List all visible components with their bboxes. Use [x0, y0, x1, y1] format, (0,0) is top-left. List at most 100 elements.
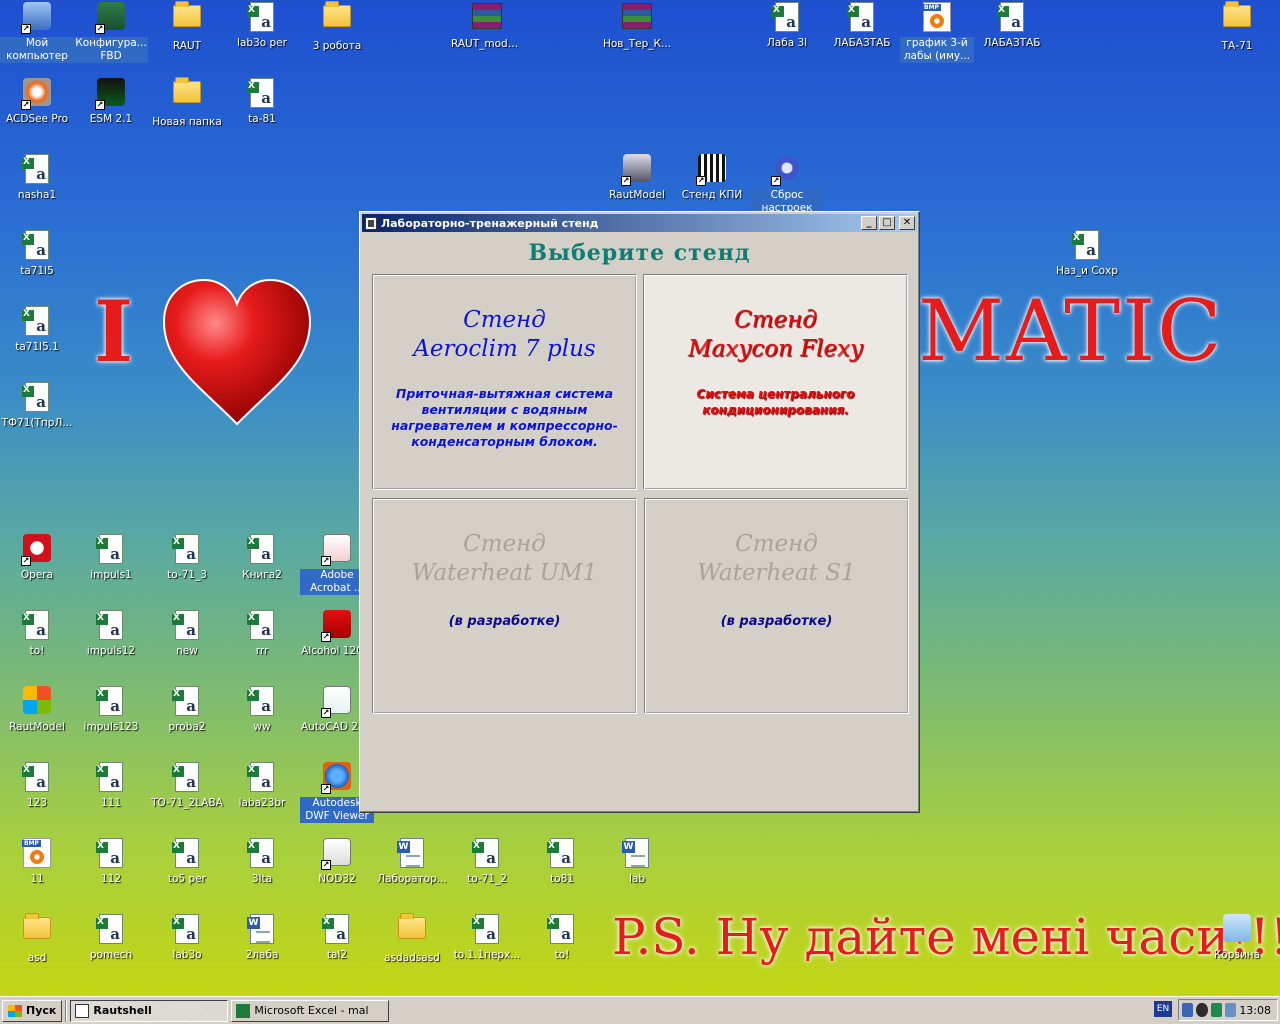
- window-titlebar[interactable]: Лабораторно-тренажерный стенд _ □ ✕: [362, 214, 917, 232]
- desktop-icon[interactable]: Корзина: [1200, 912, 1274, 982]
- desktop-icon[interactable]: asdadsasd: [375, 912, 449, 982]
- desktop-icon[interactable]: Xta71l5.1: [0, 304, 74, 374]
- desktop-icon[interactable]: Нов_Тер_К...: [600, 0, 674, 70]
- desktop-icon[interactable]: Xto5 per: [150, 836, 224, 906]
- desktop-icon[interactable]: 2лаба: [225, 912, 299, 982]
- minimize-button[interactable]: _: [861, 216, 877, 230]
- desktop-icon[interactable]: Ximpuls12: [74, 608, 148, 678]
- desktop-icon[interactable]: Xpomech: [74, 912, 148, 982]
- desktop-icon[interactable]: Лаборатор...: [375, 836, 449, 906]
- volume-icon[interactable]: [1224, 1003, 1237, 1017]
- desktop-icon[interactable]: X Книга2: [225, 532, 299, 602]
- clock[interactable]: 13:08: [1239, 1004, 1271, 1017]
- desktop-icon[interactable]: Xproba2: [150, 684, 224, 754]
- desktop-icon[interactable]: ↗ NOD32: [300, 836, 374, 906]
- desktop-icon-label: lab3o: [172, 949, 202, 961]
- desktop-icon-label: nasha1: [17, 189, 57, 201]
- excel-icon: X: [22, 382, 49, 412]
- nod32-tray-icon[interactable]: [1196, 1003, 1208, 1017]
- desktop-icon[interactable]: ↗ Мой компьютер: [0, 0, 74, 70]
- desktop-icon-label: ТФ71(ТпрЛ...: [1, 417, 73, 429]
- task-rautshell[interactable]: Rautshell: [70, 999, 229, 1022]
- excel-icon: X: [547, 914, 574, 944]
- desktop-icon-label: to!: [29, 645, 45, 657]
- desktop-icon[interactable]: X 111: [74, 760, 148, 830]
- desktop-icon[interactable]: ТА-71: [1200, 0, 1274, 70]
- start-button[interactable]: Пуск: [2, 999, 63, 1022]
- desktop-icon[interactable]: X ЛАБАЗТАБ: [825, 0, 899, 70]
- stand-aeroclim-button[interactable]: Стенд Aeroclim 7 plus Приточная-вытяжная…: [372, 274, 637, 490]
- desktop-icon[interactable]: X 3lta: [225, 836, 299, 906]
- windows-logo-icon: [8, 1004, 22, 1017]
- desktop-icon[interactable]: ↗ ESM 2.1: [74, 76, 148, 146]
- task-label: Microsoft Excel - mal: [254, 1004, 369, 1017]
- excel-icon: X: [247, 610, 274, 640]
- desktop-icon[interactable]: Xta-81: [225, 76, 299, 146]
- desktop-icon[interactable]: Xnew: [150, 608, 224, 678]
- desktop-icon[interactable]: lab: [600, 836, 674, 906]
- excel-icon: X: [96, 914, 123, 944]
- task-excel[interactable]: Microsoft Excel - mal: [231, 999, 390, 1022]
- desktop-icon[interactable]: Xto81: [525, 836, 599, 906]
- desktop-icon[interactable]: Xnasha1: [0, 152, 74, 222]
- desktop-icon-label: ESM 2.1: [89, 113, 133, 125]
- stand-name-line1: Стенд: [463, 531, 546, 557]
- desktop-icon[interactable]: Xww: [225, 684, 299, 754]
- shortcut-arrow-icon: ↗: [321, 860, 331, 870]
- desktop-icon-label: pomech: [89, 949, 133, 961]
- desktop-icon[interactable]: 11: [0, 836, 74, 906]
- winrar-icon: [622, 3, 652, 29]
- desktop-icon[interactable]: Xrrr: [225, 608, 299, 678]
- desktop-icon[interactable]: X 123: [0, 760, 74, 830]
- desktop-icon[interactable]: Xta71l5: [0, 228, 74, 298]
- desktop-icon[interactable]: ↗ ACDSee Pro: [0, 76, 74, 146]
- desktop-icon[interactable]: RAUT_model2: [450, 0, 524, 70]
- desktop-icon[interactable]: RautModel: [0, 684, 74, 754]
- security-tray-icon[interactable]: [1210, 1003, 1222, 1017]
- rautshell-icon: [75, 1003, 90, 1018]
- desktop-icon[interactable]: ↗ Конфигура... FBD: [74, 0, 148, 70]
- desktop-icon[interactable]: Xto.1.1перх...: [450, 912, 524, 982]
- desktop-icon[interactable]: ↗ Opera: [0, 532, 74, 602]
- stand-description: Приточная-вытяжная система вентиляции с …: [391, 386, 618, 449]
- desktop-icon[interactable]: Новая папка: [150, 76, 224, 146]
- desktop-icon[interactable]: Xto-71_3: [150, 532, 224, 602]
- desktop-icon[interactable]: Xlab3o: [150, 912, 224, 982]
- desktop-icon[interactable]: X TO-71_2LABA: [150, 760, 224, 830]
- desktop-icon-label: Корзина: [1213, 949, 1261, 961]
- word-icon: [622, 838, 649, 868]
- maximize-button[interactable]: □: [879, 216, 895, 230]
- desktop-icon[interactable]: Xtal2: [300, 912, 374, 982]
- shortcut-arrow-icon: ↗: [321, 708, 331, 718]
- heart-icon: [162, 278, 312, 426]
- desktop-icon[interactable]: Ximpuls1: [74, 532, 148, 602]
- desktop-icon[interactable]: RAUT: [150, 0, 224, 70]
- desktop-icon[interactable]: X ТФ71(ТпрЛ...: [0, 380, 74, 450]
- excel-icon: X: [172, 534, 199, 564]
- desktop-icon[interactable]: X 112: [74, 836, 148, 906]
- recycle-bin-icon: [1223, 914, 1251, 942]
- desktop-icon[interactable]: Xto!: [0, 608, 74, 678]
- desktop-icon[interactable]: график 3-й лабы (иму...: [900, 0, 974, 70]
- desktop-icon-label: 2лаба: [245, 949, 279, 961]
- desktop-icon[interactable]: X Лаба 3l: [750, 0, 824, 70]
- stand-maxycon-button[interactable]: Стенд Maxycon Flexy Система центрального…: [643, 274, 908, 490]
- shortcut-arrow-icon: ↗: [21, 100, 31, 110]
- desktop-icon[interactable]: Xlab3o per: [225, 0, 299, 70]
- desktop-icon[interactable]: X Наз_и Сохр: [1050, 228, 1124, 298]
- desktop-icon[interactable]: 3 робота: [300, 0, 374, 70]
- word-icon: [397, 838, 424, 868]
- language-indicator[interactable]: EN: [1154, 1001, 1172, 1017]
- desktop-icon[interactable]: Xto-71_2: [450, 836, 524, 906]
- excel-icon: X: [247, 2, 274, 32]
- desktop-icon[interactable]: asd: [0, 912, 74, 982]
- close-button[interactable]: ✕: [899, 216, 915, 230]
- desktop-icon[interactable]: X ЛАБАЗТАБ: [975, 0, 1049, 70]
- desktop-icon[interactable]: Ximpuls123: [74, 684, 148, 754]
- excel-icon: X: [547, 838, 574, 868]
- desktop-icon[interactable]: Xto!: [525, 912, 599, 982]
- rautmodel-app-icon: [23, 686, 51, 714]
- desktop-icon[interactable]: Xlaba23br: [225, 760, 299, 830]
- desktop-icon-label: RAUT: [172, 40, 202, 52]
- network-icon[interactable]: [1182, 1003, 1194, 1017]
